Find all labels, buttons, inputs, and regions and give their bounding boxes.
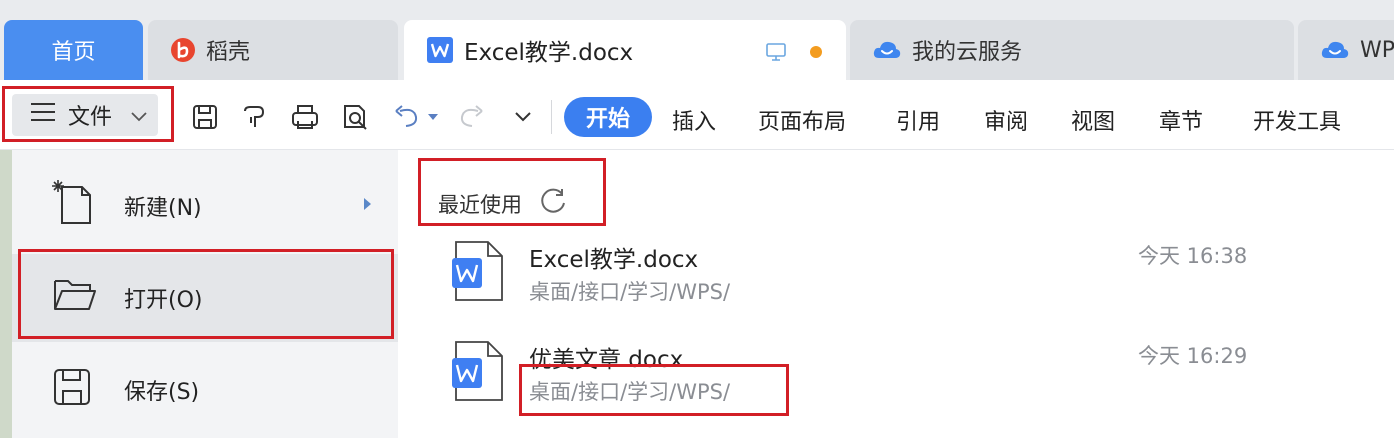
tab-home-label: 首页 [51, 40, 96, 65]
undo-icon[interactable] [392, 102, 422, 132]
menu-review[interactable]: 审阅 [984, 104, 1028, 136]
cloud-icon [1320, 38, 1350, 62]
hamburger-icon [30, 102, 56, 128]
file-menu-label: 文件 [68, 105, 113, 130]
menu-new-label: 新建(N) [124, 196, 202, 221]
save-icon [52, 367, 92, 413]
folder-open-icon [52, 275, 98, 321]
toolbar: 文件 开始 插入 页面布局 引用 审阅 视图 章节 开发工具 [0, 80, 1394, 150]
menu-open[interactable]: 打开(O) [12, 254, 398, 342]
menu-save-label: 保存(S) [124, 380, 200, 405]
tab-document[interactable]: Excel教学.docx [404, 20, 846, 80]
tab-cloud[interactable]: 我的云服务 [850, 20, 1294, 80]
recent-file-path: 桌面/接口/学习/WPS/ [529, 380, 731, 404]
recent-heading-label: 最近使用 [438, 192, 522, 217]
menu-save[interactable]: 保存(S) [12, 346, 398, 434]
more-tools-icon[interactable] [508, 102, 538, 132]
menu-page-layout[interactable]: 页面布局 [758, 104, 846, 136]
menu-insert[interactable]: 插入 [672, 104, 716, 136]
recent-file-item[interactable]: Excel教学.docx 桌面/接口/学习/WPS/ 今天 16:38 [452, 240, 1272, 320]
menu-open-label: 打开(O) [124, 288, 203, 313]
tab-document-label: Excel教学.docx [464, 40, 634, 66]
chevron-down-icon [130, 106, 148, 131]
wps-writer-icon [426, 36, 454, 64]
menu-view[interactable]: 视图 [1071, 104, 1115, 136]
monitor-icon[interactable] [764, 40, 788, 70]
cloud-icon [872, 38, 902, 62]
menu-references[interactable]: 引用 [896, 104, 940, 136]
tab-home[interactable]: 首页 [4, 20, 143, 80]
print-preview-icon[interactable] [340, 102, 370, 132]
recent-file-time: 今天 16:38 [1138, 244, 1248, 268]
recent-file-time: 今天 16:29 [1138, 344, 1248, 368]
menu-new[interactable]: 新建(N) [12, 162, 398, 250]
daoke-logo-icon [170, 37, 196, 63]
recent-file-name: Excel教学.docx [529, 247, 699, 273]
tab-daoke[interactable]: 稻壳 [148, 20, 398, 80]
tab-wps-label: WP [1360, 37, 1394, 63]
tab-wps[interactable]: WP [1298, 20, 1394, 80]
toolbar-divider [551, 100, 552, 134]
recent-file-item[interactable]: 优美文章.docx 桌面/接口/学习/WPS/ 今天 16:29 [452, 340, 1272, 420]
undo-dropdown-icon[interactable] [424, 102, 442, 132]
menu-chapter[interactable]: 章节 [1159, 104, 1203, 136]
wps-document-icon [452, 340, 504, 406]
format-painter-icon[interactable] [240, 102, 270, 132]
tab-cloud-label: 我的云服务 [912, 40, 1023, 65]
recent-heading: 最近使用 [438, 186, 568, 221]
unsaved-dot [810, 46, 822, 58]
print-icon[interactable] [290, 102, 320, 132]
recent-file-path: 桌面/接口/学习/WPS/ [529, 280, 731, 304]
save-icon[interactable] [190, 102, 220, 132]
tab-bar: 首页 稻壳 Excel教学.docx 我的云服务 WP [0, 0, 1394, 80]
refresh-icon[interactable] [538, 186, 568, 221]
tab-daoke-label: 稻壳 [206, 40, 251, 65]
document-background [0, 150, 12, 438]
new-document-icon [52, 179, 96, 233]
wps-document-icon [452, 240, 504, 306]
file-menu-button[interactable]: 文件 [12, 94, 158, 136]
menu-developer[interactable]: 开发工具 [1253, 104, 1341, 136]
menu-start[interactable]: 开始 [564, 97, 652, 137]
submenu-arrow-icon [364, 198, 371, 210]
recent-file-name: 优美文章.docx [529, 347, 684, 373]
redo-icon[interactable] [456, 102, 486, 132]
